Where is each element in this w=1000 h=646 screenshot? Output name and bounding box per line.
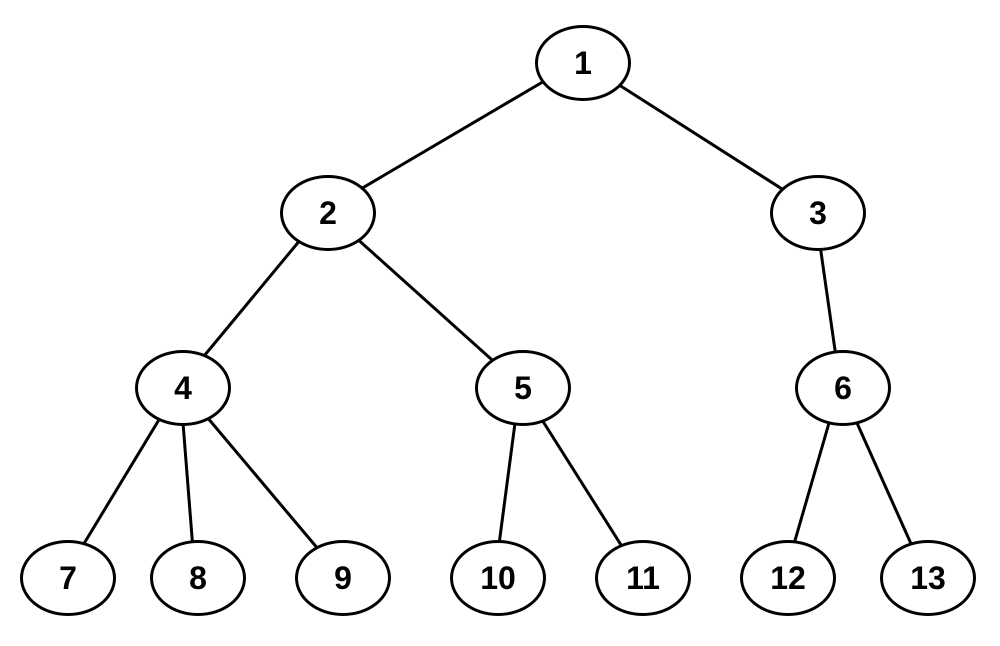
- node-label: 3: [809, 195, 827, 232]
- tree-node-1: 1: [535, 25, 631, 101]
- tree-node-7: 7: [20, 540, 116, 616]
- tree-node-11: 11: [595, 540, 691, 616]
- node-label: 4: [174, 370, 192, 407]
- node-label: 8: [189, 560, 207, 597]
- tree-node-5: 5: [475, 350, 571, 426]
- node-label: 6: [834, 370, 852, 407]
- node-label: 5: [514, 370, 532, 407]
- node-label: 2: [319, 195, 337, 232]
- tree-node-2: 2: [280, 175, 376, 251]
- tree-node-8: 8: [150, 540, 246, 616]
- node-label: 11: [626, 560, 660, 597]
- node-label: 1: [574, 45, 592, 82]
- tree-node-13: 13: [880, 540, 976, 616]
- tree-node-3: 3: [770, 175, 866, 251]
- tree-node-10: 10: [450, 540, 546, 616]
- node-label: 7: [59, 560, 77, 597]
- tree-node-6: 6: [795, 350, 891, 426]
- node-label: 10: [480, 560, 516, 597]
- tree-node-9: 9: [295, 540, 391, 616]
- tree-node-12: 12: [740, 540, 836, 616]
- tree-node-4: 4: [135, 350, 231, 426]
- node-label: 9: [334, 560, 352, 597]
- node-label: 13: [910, 560, 946, 597]
- node-label: 12: [770, 560, 806, 597]
